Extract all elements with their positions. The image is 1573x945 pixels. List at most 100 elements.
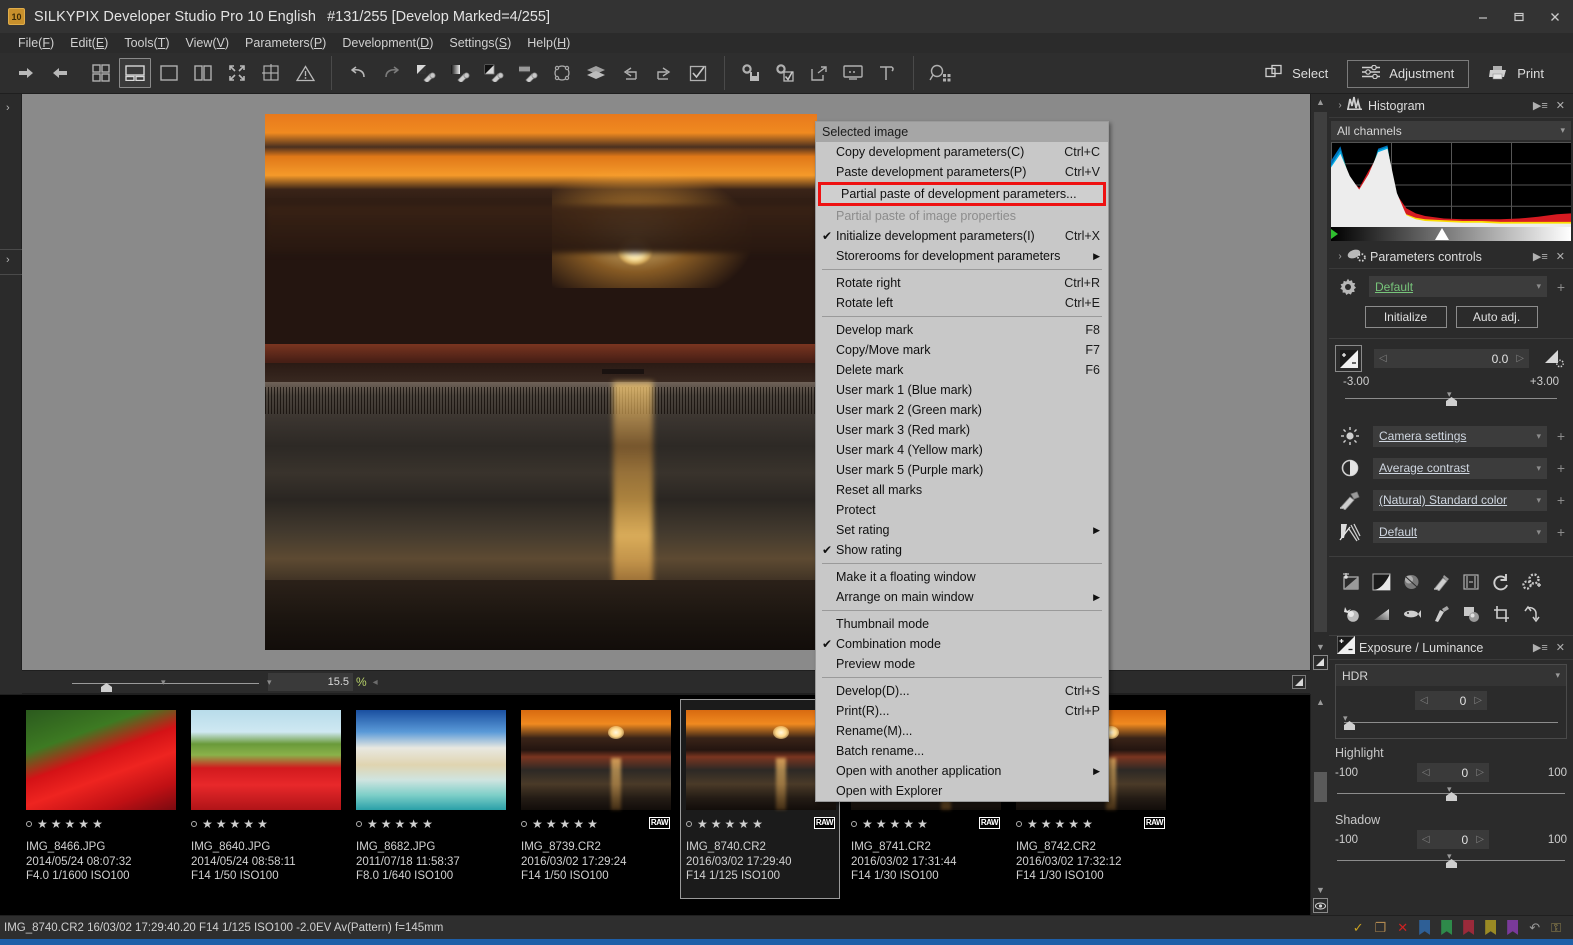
user-mark-red-icon[interactable] bbox=[1463, 920, 1475, 935]
back-arrow-icon[interactable] bbox=[10, 58, 42, 88]
thumbnail-rating[interactable]: ★ ★ ★ ★ ★ bbox=[356, 817, 506, 831]
menu-development[interactable]: Development(D) bbox=[334, 35, 441, 51]
mode-adjustment-button[interactable]: Adjustment bbox=[1347, 59, 1470, 88]
export-icon[interactable] bbox=[803, 58, 835, 88]
add-preset-button[interactable]: + bbox=[1555, 279, 1567, 295]
star-icon[interactable]: ★ bbox=[1068, 817, 1079, 831]
parameters-panel-header[interactable]: › Parameters controls ▶≡ ✕ bbox=[1329, 245, 1573, 269]
rating-zero-icon[interactable] bbox=[26, 821, 32, 827]
monitor-icon[interactable] bbox=[837, 58, 869, 88]
viewer-maximize-button[interactable] bbox=[1292, 675, 1306, 689]
star-icon[interactable]: ★ bbox=[697, 817, 708, 831]
preset-select[interactable]: Default ▾ bbox=[1369, 276, 1547, 297]
spot-shape-icon[interactable] bbox=[546, 58, 578, 88]
star-icon[interactable]: ★ bbox=[903, 817, 914, 831]
context-menu-item[interactable]: Develop(D)... Ctrl+S bbox=[816, 681, 1108, 701]
menu-parameters[interactable]: Parameters(P) bbox=[237, 35, 334, 51]
shadow-icon[interactable] bbox=[1457, 601, 1485, 627]
filmstrip-vertical-scrollbar[interactable]: ▲ ▼ bbox=[1310, 694, 1329, 915]
context-menu-item[interactable]: ✔ Combination mode bbox=[816, 634, 1108, 654]
star-icon[interactable]: ★ bbox=[37, 817, 48, 831]
color-tool-icon[interactable] bbox=[1427, 569, 1455, 595]
sharp-tool-icon[interactable] bbox=[1337, 601, 1365, 627]
thumbnail-cell[interactable]: ★ ★ ★ ★ ★ RAW IMG_8739.CR2 2016/03/02 17:29:24 F… bbox=[515, 699, 675, 899]
exposure-icon[interactable] bbox=[1335, 345, 1362, 372]
star-icon[interactable]: ★ bbox=[381, 817, 392, 831]
filmstrip-scroll-up-arrow[interactable]: ▲ bbox=[1311, 694, 1330, 709]
star-icon[interactable]: ★ bbox=[367, 817, 378, 831]
thumbnail-cell[interactable]: ★ ★ ★ ★ ★ IMG_8466.JPG 2014/05/24 08:07:32 F4.0… bbox=[20, 699, 180, 899]
star-icon[interactable]: ★ bbox=[917, 817, 928, 831]
histogram-menu-icon[interactable]: ▶≡ bbox=[1533, 99, 1548, 112]
context-menu-item[interactable]: User mark 4 (Yellow mark) bbox=[816, 440, 1108, 460]
redo-icon[interactable] bbox=[376, 58, 408, 88]
context-menu-item[interactable]: Set rating ▶ bbox=[816, 520, 1108, 540]
rotate-right-icon[interactable] bbox=[648, 58, 680, 88]
taste-select-3[interactable]: Default ▾ bbox=[1373, 521, 1547, 543]
preview-image[interactable] bbox=[265, 114, 817, 650]
increment-icon[interactable]: ▷ bbox=[1474, 695, 1482, 706]
single-view-icon[interactable] bbox=[153, 58, 185, 88]
close-button[interactable] bbox=[1537, 0, 1573, 33]
context-menu-item[interactable]: Delete mark F6 bbox=[816, 360, 1108, 380]
gear-icon[interactable] bbox=[1335, 278, 1361, 296]
context-menu-item[interactable]: Paste development parameters(P) Ctrl+V bbox=[816, 162, 1108, 182]
fullscreen-icon[interactable] bbox=[221, 58, 253, 88]
film-picker-icon[interactable] bbox=[512, 58, 544, 88]
context-menu-item[interactable]: Rotate right Ctrl+R bbox=[816, 273, 1108, 293]
context-menu-item[interactable]: User mark 5 (Purple mark) bbox=[816, 460, 1108, 480]
star-icon[interactable]: ★ bbox=[876, 817, 887, 831]
warning-icon[interactable] bbox=[289, 58, 321, 88]
thumbnail-image[interactable] bbox=[26, 710, 176, 810]
auto-adjust-button[interactable]: Auto adj. bbox=[1455, 306, 1538, 328]
star-icon[interactable]: ★ bbox=[202, 817, 213, 831]
context-menu-item[interactable]: Arrange on main window ▶ bbox=[816, 587, 1108, 607]
reset-cycle-icon[interactable] bbox=[1517, 601, 1545, 627]
zoom-fit-arrow[interactable]: ◂ bbox=[373, 677, 378, 688]
increment-icon[interactable]: ▷ bbox=[1516, 353, 1524, 364]
mode-print-button[interactable]: Print bbox=[1473, 60, 1559, 88]
star-icon[interactable]: ★ bbox=[587, 817, 598, 831]
star-icon[interactable]: ★ bbox=[890, 817, 901, 831]
star-icon[interactable]: ★ bbox=[408, 817, 419, 831]
star-icon[interactable]: ★ bbox=[92, 817, 103, 831]
decrement-icon[interactable]: ◁ bbox=[1422, 834, 1430, 845]
histogram-close-icon[interactable]: ✕ bbox=[1556, 99, 1565, 112]
thumbnail-image[interactable] bbox=[356, 710, 506, 810]
lens-icon[interactable] bbox=[1397, 601, 1425, 627]
context-menu-item[interactable]: User mark 1 (Blue mark) bbox=[816, 380, 1108, 400]
exposure-bias-slider[interactable]: ▾ bbox=[1345, 389, 1557, 406]
rating-zero-icon[interactable] bbox=[851, 821, 857, 827]
increment-icon[interactable]: ▷ bbox=[1476, 767, 1484, 778]
user-mark-blue-icon[interactable] bbox=[1419, 920, 1431, 935]
context-menu-item[interactable]: Rename(M)... bbox=[816, 721, 1108, 741]
star-icon[interactable]: ★ bbox=[65, 817, 76, 831]
context-menu-item[interactable]: ✔ Initialize development parameters(I) Ctr… bbox=[816, 226, 1108, 246]
exposure-luminance-panel-header[interactable]: Exposure / Luminance ▶≡ ✕ bbox=[1329, 635, 1573, 660]
add-taste-button-1[interactable]: + bbox=[1555, 460, 1567, 476]
context-menu-item[interactable]: Develop mark F8 bbox=[816, 320, 1108, 340]
rating-zero-icon[interactable] bbox=[356, 821, 362, 827]
star-icon[interactable]: ★ bbox=[243, 817, 254, 831]
viewer-resize-handle[interactable] bbox=[1313, 655, 1328, 670]
layers-icon[interactable] bbox=[580, 58, 612, 88]
context-menu-item[interactable]: Partial paste of development parameters.… bbox=[818, 182, 1106, 206]
crop-icon[interactable] bbox=[1487, 601, 1515, 627]
star-icon[interactable]: ★ bbox=[752, 817, 763, 831]
brush-icon[interactable] bbox=[1427, 601, 1455, 627]
context-menu-item[interactable]: Storerooms for development parameters ▶ bbox=[816, 246, 1108, 266]
hdr-select[interactable]: HDR ▾ bbox=[1336, 665, 1566, 686]
viewer-vertical-scrollbar[interactable]: ▲ ▼ bbox=[1310, 94, 1329, 670]
context-menu-item[interactable]: ✔ Show rating bbox=[816, 540, 1108, 560]
exposure-tool-icon[interactable] bbox=[1337, 569, 1365, 595]
thumbnail-image[interactable] bbox=[686, 710, 836, 810]
scroll-down-arrow[interactable]: ▼ bbox=[1311, 639, 1330, 654]
context-menu-item[interactable]: Print(R)... Ctrl+P bbox=[816, 701, 1108, 721]
gear-plus-icon[interactable] bbox=[1517, 569, 1545, 595]
undo-icon[interactable] bbox=[342, 58, 374, 88]
user-mark-purple-icon[interactable] bbox=[1507, 920, 1519, 935]
star-icon[interactable]: ★ bbox=[725, 817, 736, 831]
exposure-luminance-close-icon[interactable]: ✕ bbox=[1556, 641, 1565, 654]
star-icon[interactable]: ★ bbox=[216, 817, 227, 831]
star-icon[interactable]: ★ bbox=[573, 817, 584, 831]
